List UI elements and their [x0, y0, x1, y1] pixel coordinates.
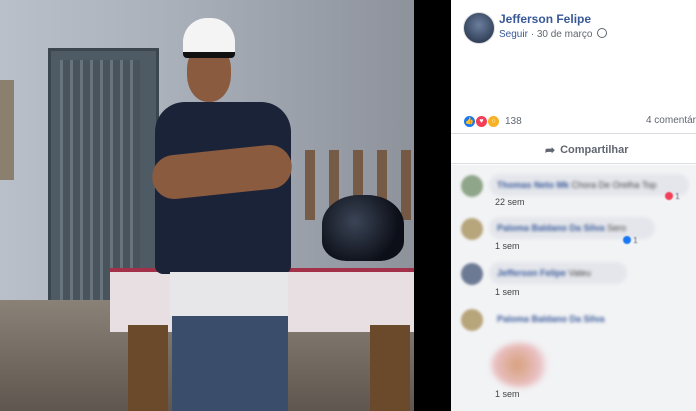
photo-person-shorts [170, 272, 288, 317]
comment-text: Sero [607, 223, 627, 233]
photo-person-cap [183, 18, 235, 58]
share-arrow-icon: ➦ [545, 143, 556, 157]
comment-time[interactable]: 1 sem [495, 241, 520, 251]
comment-text: Chora De Orelha Top [571, 180, 657, 190]
commenter-avatar[interactable] [461, 309, 483, 331]
comments-count[interactable]: 4 comentár [646, 115, 696, 126]
commenter-avatar[interactable] [461, 218, 483, 240]
comments-list: Thomas Neto Mk Chora De Orelha Top 1 22 … [451, 165, 696, 411]
comment-bubble: Thomas Neto Mk Chora De Orelha Top [489, 174, 689, 196]
post-date[interactable]: 30 de março [537, 29, 593, 40]
globe-icon [597, 28, 608, 38]
commenter-name[interactable]: Jefferson Felipe [497, 268, 566, 278]
comment-reactions[interactable]: 1 [623, 236, 638, 245]
commenter-avatar[interactable] [461, 263, 483, 285]
photo-viewer [0, 0, 451, 411]
share-button[interactable]: ➦ Compartilhar [545, 143, 629, 157]
commenter-avatar[interactable] [461, 175, 483, 197]
reactions-summary[interactable]: 👍 ♥ ○ 138 [463, 115, 522, 128]
post-meta: Seguir · 30 de março [499, 28, 608, 40]
comment-time[interactable]: 1 sem [495, 287, 520, 297]
meta-separator: · [530, 29, 535, 40]
commenter-name[interactable]: Paloma Baldano Da Silva [497, 314, 605, 324]
comment-time[interactable]: 22 sem [495, 197, 525, 207]
love-icon [665, 192, 673, 200]
comment-bubble: Paloma Baldano Da Silva [489, 308, 623, 330]
follow-link[interactable]: Seguir [499, 29, 528, 40]
photo-person-shorts-lower [172, 316, 288, 411]
photo-table-leg [370, 325, 410, 411]
comment-sticker-image[interactable] [491, 343, 549, 387]
photo-table-leg [128, 325, 168, 411]
like-icon [623, 236, 631, 244]
comment-time[interactable]: 1 sem [495, 389, 520, 399]
share-label: Compartilhar [560, 144, 629, 156]
commenter-name[interactable]: Paloma Baldano Da Silva [497, 223, 605, 233]
photo-helmet [322, 195, 404, 261]
post-sidebar: Jefferson Felipe Seguir · 30 de março 👍 … [451, 0, 696, 411]
comment-reactions[interactable]: 1 [665, 192, 680, 201]
photo-window [0, 80, 14, 180]
post-photo[interactable] [0, 0, 414, 411]
commenter-name[interactable]: Thomas Neto Mk [497, 180, 569, 190]
comment-bubble: Jefferson Felipe Valeu [489, 262, 627, 284]
comment-text: Valeu [568, 268, 591, 278]
author-avatar[interactable] [463, 12, 495, 44]
divider [451, 163, 696, 164]
reaction-count: 138 [505, 116, 522, 127]
divider [451, 133, 696, 134]
wow-icon: ○ [487, 115, 500, 128]
author-name[interactable]: Jefferson Felipe [499, 12, 591, 26]
